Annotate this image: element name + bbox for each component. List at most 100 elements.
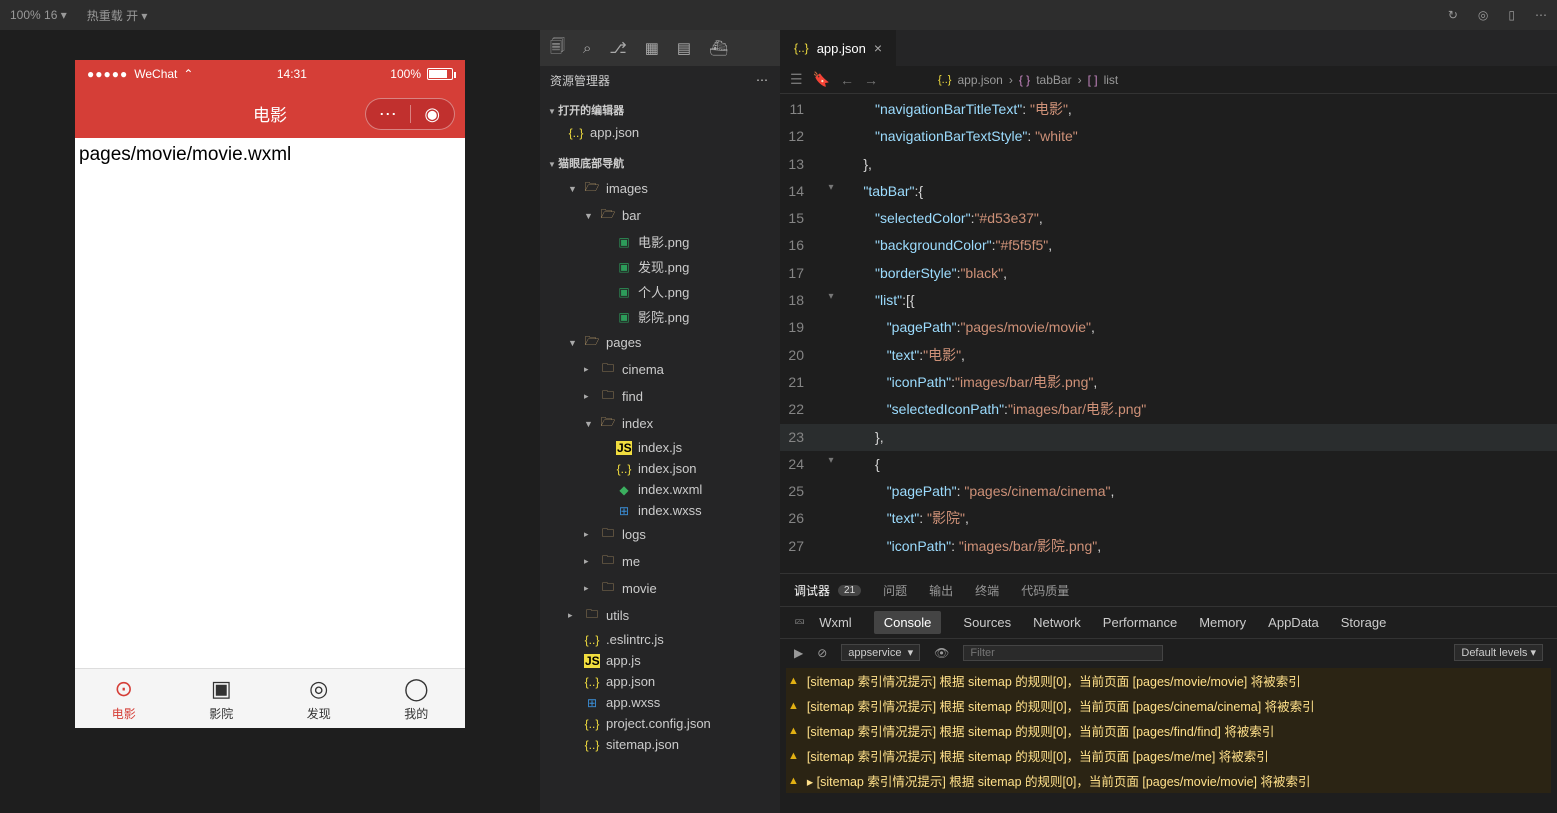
tab-app-json[interactable]: {..} app.json × <box>780 30 896 66</box>
warning-icon: ▲ <box>788 675 799 687</box>
panel-tab-终端[interactable]: 终端 <box>975 582 999 599</box>
devtool-tab-Performance[interactable]: Performance <box>1103 615 1177 630</box>
app-title: 电影 <box>253 101 287 126</box>
tree-index.json[interactable]: {..}index.json <box>540 458 780 479</box>
open-editor-file[interactable]: {..}app.json <box>540 122 780 143</box>
capsule-close-icon[interactable]: ◉ <box>411 104 455 125</box>
inspect-icon[interactable]: ⮹ <box>794 614 805 631</box>
project-section[interactable]: 猫眼底部导航 <box>540 151 780 175</box>
status-bar: ●●●●● WeChat ⌃ 14:31 100% <box>75 60 465 88</box>
tree-app.wxss[interactable]: ⊞app.wxss <box>540 692 780 713</box>
hot-reload-toggle[interactable]: 热重载 开 ▾ <box>87 7 148 24</box>
tree-index.wxml[interactable]: ◆index.wxml <box>540 479 780 500</box>
panel-tabs: 调试器21问题输出终端代码质量 <box>780 574 1557 606</box>
status-time: 14:31 <box>277 67 307 81</box>
tree-app.json[interactable]: {..}app.json <box>540 671 780 692</box>
page-text: pages/movie/movie.wxml <box>79 144 291 165</box>
panel-tab-代码质量[interactable]: 代码质量 <box>1021 582 1069 599</box>
tree-app.js[interactable]: JSapp.js <box>540 650 780 671</box>
explorer-title: 资源管理器 <box>550 72 610 89</box>
tab-发现[interactable]: ◎发现 <box>270 669 368 728</box>
list-icon[interactable]: ☰ <box>790 71 803 88</box>
tab-icon: ◯ <box>404 676 429 702</box>
warning-icon: ▲ <box>788 775 799 787</box>
filter-input[interactable] <box>963 645 1163 661</box>
files-icon[interactable]: 🗐 <box>550 36 565 61</box>
devtool-tab-Wxml[interactable]: Wxml <box>819 615 852 630</box>
capsule-menu-icon[interactable]: ⋯ <box>366 104 410 125</box>
run-icon[interactable]: ▶ <box>794 646 803 660</box>
bookmark-icon[interactable]: 🔖 <box>813 71 830 88</box>
tree-me[interactable]: ▸🗀me <box>540 548 780 575</box>
clear-icon[interactable]: ⊘ <box>817 646 827 660</box>
devtool-tab-AppData[interactable]: AppData <box>1268 615 1319 630</box>
tree-bar[interactable]: ▼🗁bar <box>540 202 780 229</box>
tree-pages[interactable]: ▼🗁pages <box>540 329 780 356</box>
explorer-more-icon[interactable]: ⋯ <box>756 73 770 87</box>
tree-cinema[interactable]: ▸🗀cinema <box>540 356 780 383</box>
tree-发现.png[interactable]: ▣发现.png <box>540 254 780 279</box>
tab-电影[interactable]: ⊙电影 <box>75 669 173 728</box>
activity-bar: 🗐 ⌕ ⎇ ▦ ▤ ⛴ <box>540 30 780 66</box>
panel-tab-问题[interactable]: 问题 <box>883 582 907 599</box>
tree-images[interactable]: ▼🗁images <box>540 175 780 202</box>
eye-icon[interactable]: 👁 <box>934 646 949 660</box>
close-icon[interactable]: × <box>874 40 882 56</box>
tree-find[interactable]: ▸🗀find <box>540 383 780 410</box>
tree-sitemap.json[interactable]: {..}sitemap.json <box>540 734 780 755</box>
console-line: ▲▸ [sitemap 索引情况提示] 根据 sitemap 的规则[0]，当前… <box>786 768 1551 793</box>
refresh-icon[interactable]: ↻ <box>1448 8 1458 22</box>
docker-icon[interactable]: ⛴ <box>709 39 728 57</box>
more-icon[interactable]: ⋯ <box>1535 8 1547 22</box>
code-editor[interactable]: 11 "navigationBarTitleText": "电影",12 "na… <box>780 94 1557 573</box>
phone-icon[interactable]: ▯ <box>1508 8 1515 22</box>
panel-tab-输出[interactable]: 输出 <box>929 582 953 599</box>
tree-index.js[interactable]: JSindex.js <box>540 437 780 458</box>
warning-icon: ▲ <box>788 725 799 737</box>
page-body: pages/movie/movie.wxml <box>75 138 465 668</box>
tree-电影.png[interactable]: ▣电影.png <box>540 229 780 254</box>
tab-icon: ◎ <box>309 676 328 702</box>
battery-icon <box>427 68 453 80</box>
tree-.eslintrc.js[interactable]: {..}.eslintrc.js <box>540 629 780 650</box>
capsule-button[interactable]: ⋯ ◉ <box>365 98 455 130</box>
debug-icon[interactable]: ▤ <box>677 39 691 57</box>
open-editors-section[interactable]: 打开的编辑器 <box>540 98 780 122</box>
console-output[interactable]: ▲[sitemap 索引情况提示] 根据 sitemap 的规则[0]，当前页面… <box>780 666 1557 813</box>
tree-logs[interactable]: ▸🗀logs <box>540 521 780 548</box>
tree-utils[interactable]: ▸🗀utils <box>540 602 780 629</box>
explorer-pane: 🗐 ⌕ ⎇ ▦ ▤ ⛴ 资源管理器 ⋯ 打开的编辑器 {..}app.json … <box>540 30 780 813</box>
tree-index[interactable]: ▼🗁index <box>540 410 780 437</box>
devtool-tab-Memory[interactable]: Memory <box>1199 615 1246 630</box>
tree-movie[interactable]: ▸🗀movie <box>540 575 780 602</box>
console-line: ▲[sitemap 索引情况提示] 根据 sitemap 的规则[0]，当前页面… <box>786 743 1551 768</box>
levels-select[interactable]: Default levels ▾ <box>1454 644 1543 661</box>
tab-icon: ▣ <box>211 676 232 702</box>
tree-index.wxss[interactable]: ⊞index.wxss <box>540 500 780 521</box>
tree-影院.png[interactable]: ▣影院.png <box>540 304 780 329</box>
context-select[interactable]: appservice ▾ <box>841 644 920 661</box>
devtool-tab-Storage[interactable]: Storage <box>1341 615 1387 630</box>
warning-icon: ▲ <box>788 750 799 762</box>
devtool-tab-Network[interactable]: Network <box>1033 615 1081 630</box>
ext-icon[interactable]: ▦ <box>645 39 659 57</box>
devtool-tab-Sources[interactable]: Sources <box>963 615 1011 630</box>
tab-我的[interactable]: ◯我的 <box>368 669 466 728</box>
top-bar: 100% 16 ▾ 热重载 开 ▾ ↻ ◎ ▯ ⋯ <box>0 0 1557 30</box>
zoom-level[interactable]: 100% 16 ▾ <box>10 8 67 22</box>
back-icon[interactable]: ← <box>840 72 854 88</box>
devtool-tab-Console[interactable]: Console <box>874 611 942 634</box>
panel-tab-调试器[interactable]: 调试器 <box>794 582 830 599</box>
bottom-panel: 调试器21问题输出终端代码质量 ⮹WxmlConsoleSourcesNetwo… <box>780 573 1557 813</box>
tree-project.config.json[interactable]: {..}project.config.json <box>540 713 780 734</box>
console-line: ▲[sitemap 索引情况提示] 根据 sitemap 的规则[0]，当前页面… <box>786 668 1551 693</box>
phone-frame: ●●●●● WeChat ⌃ 14:31 100% 电影 ⋯ ◉ pages/m… <box>75 60 465 728</box>
editor-tabs: {..} app.json × <box>780 30 1557 66</box>
stop-icon[interactable]: ◎ <box>1478 8 1488 22</box>
tab-影院[interactable]: ▣影院 <box>173 669 271 728</box>
forward-icon[interactable]: → <box>864 72 878 88</box>
simulator-pane: ●●●●● WeChat ⌃ 14:31 100% 电影 ⋯ ◉ pages/m… <box>0 30 540 813</box>
tree-个人.png[interactable]: ▣个人.png <box>540 279 780 304</box>
search-icon[interactable]: ⌕ <box>583 40 591 57</box>
git-icon[interactable]: ⎇ <box>609 39 626 57</box>
